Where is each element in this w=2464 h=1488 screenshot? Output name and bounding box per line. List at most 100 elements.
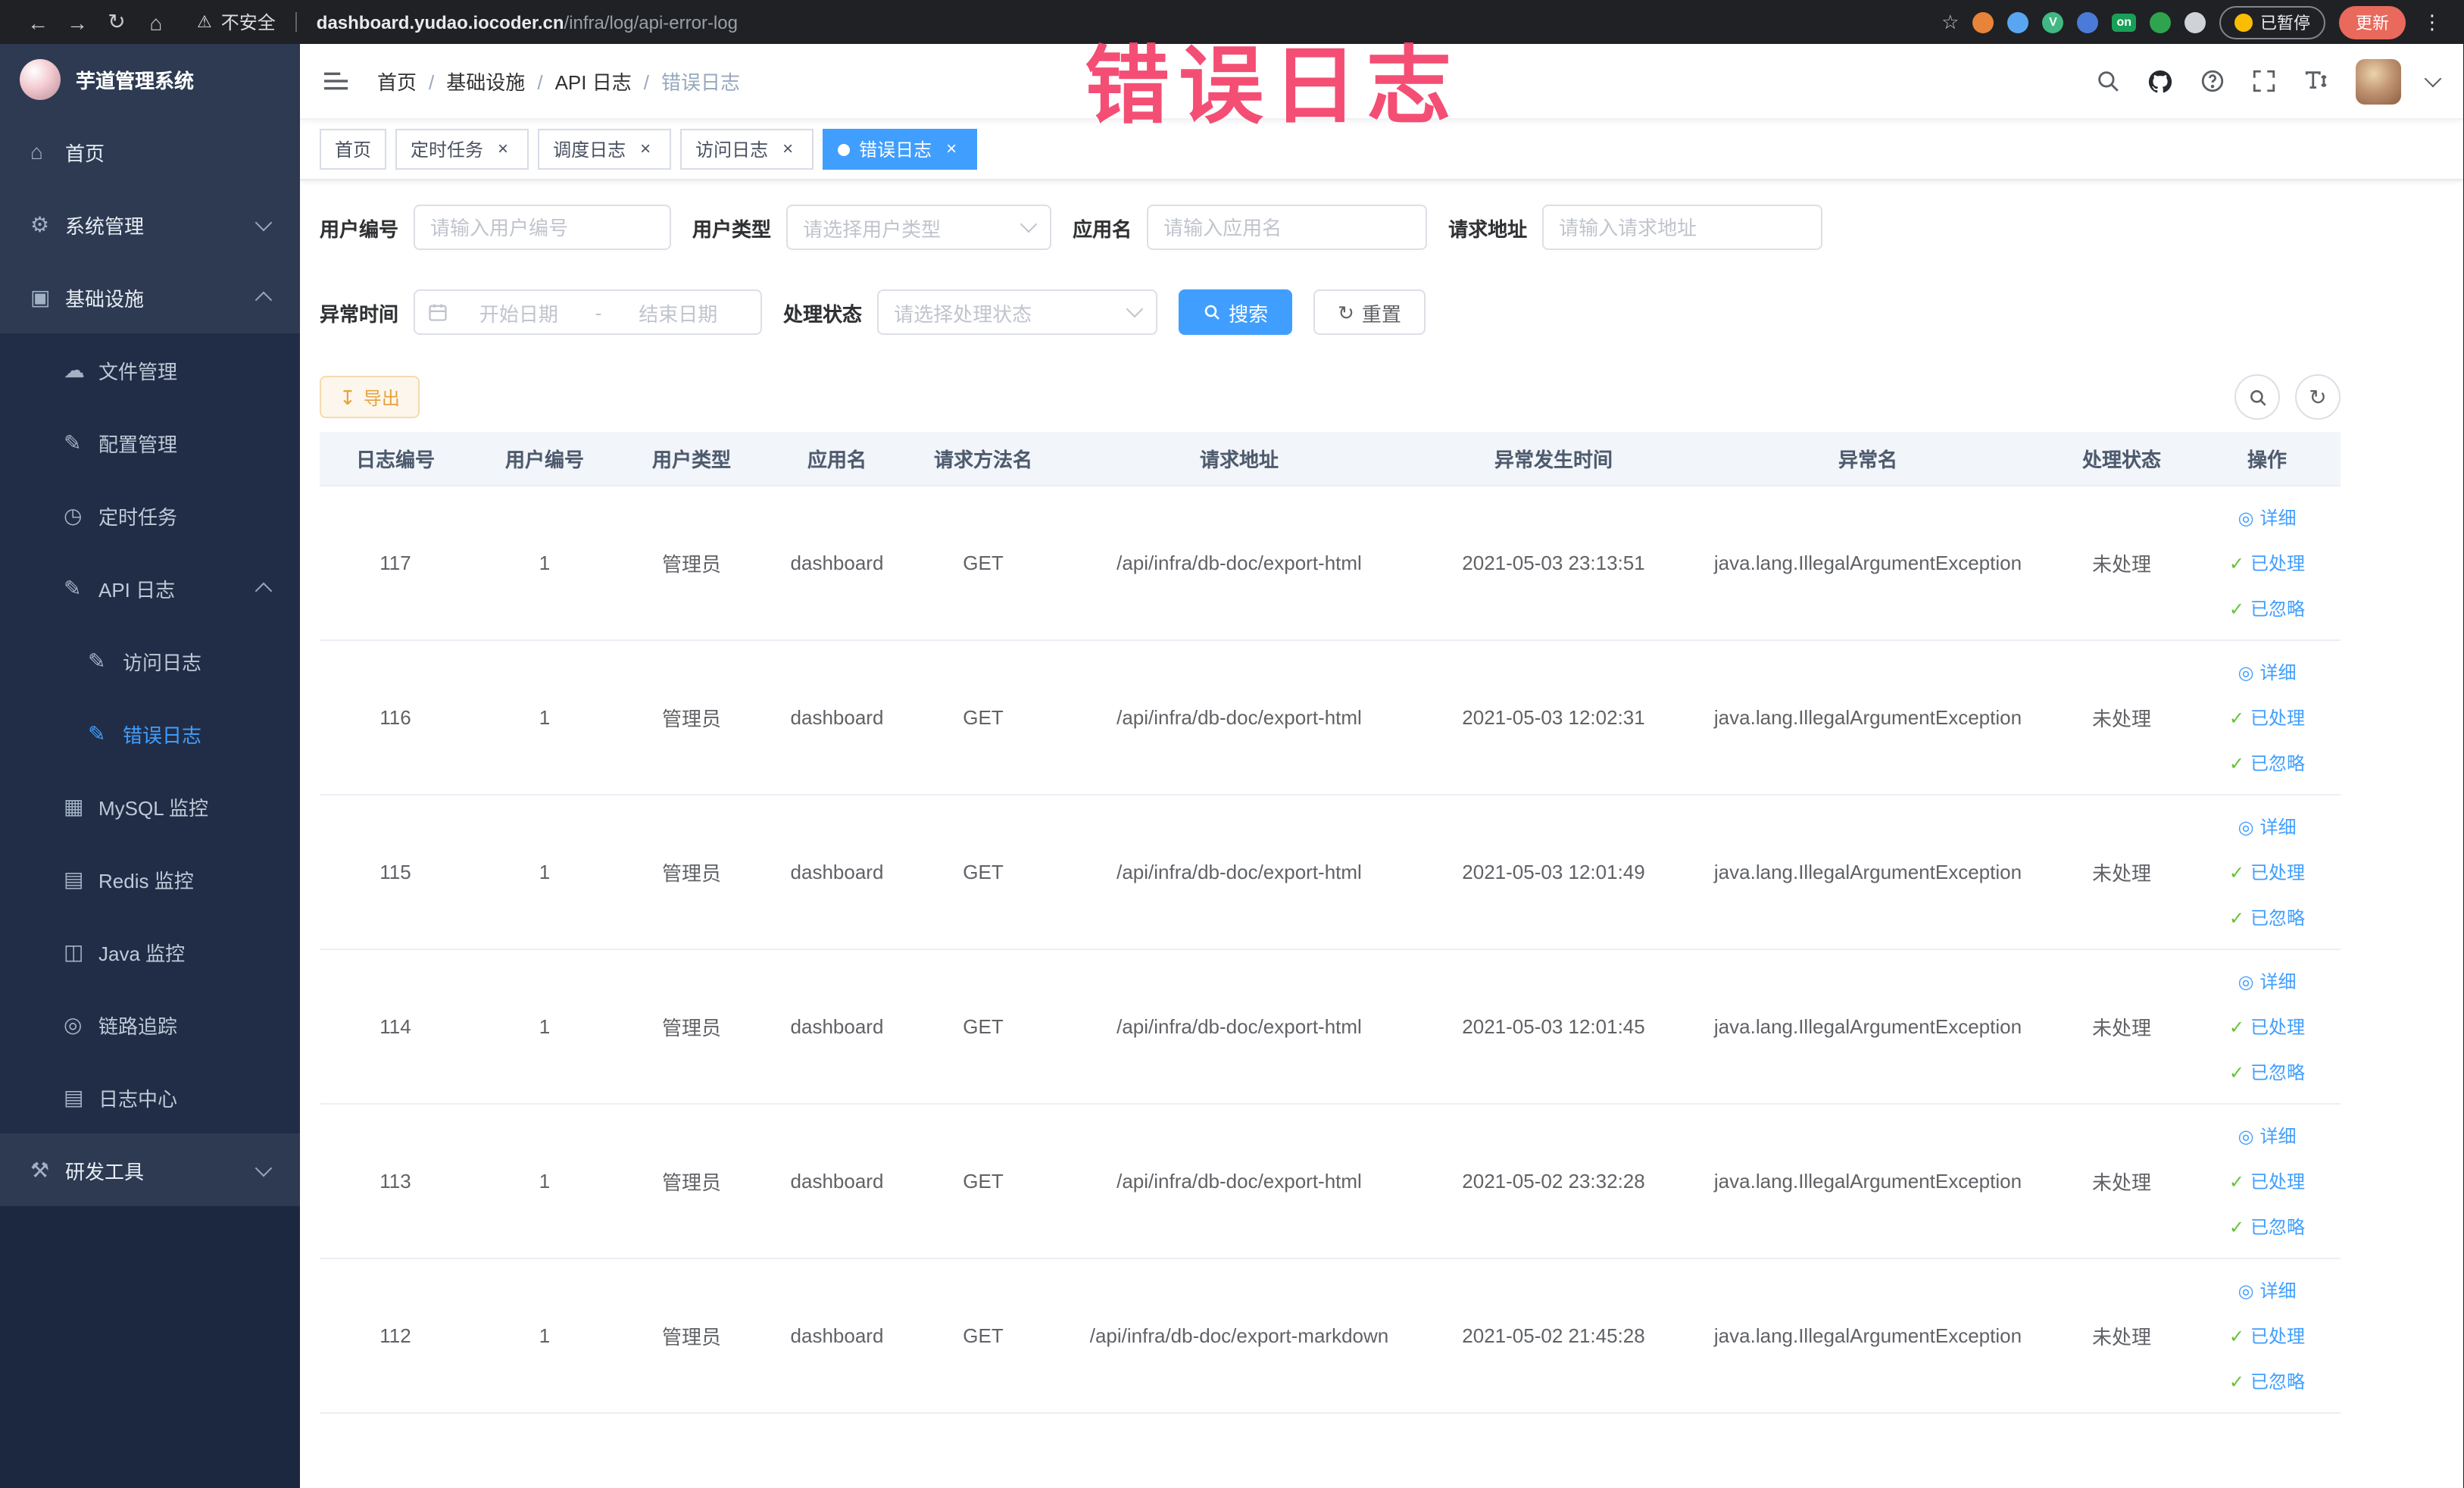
tools-icon: ⚒ (30, 1157, 50, 1181)
user-type-select[interactable]: 请选择用户类型 (786, 205, 1052, 250)
sidebar-item-access-log[interactable]: ✎ 访问日志 (0, 624, 300, 697)
sidebar-item-link-tracing[interactable]: ◎ 链路追踪 (0, 988, 300, 1061)
tab-scheduled-tasks[interactable]: 定时任务 × (395, 129, 529, 170)
vue-devtools-extension-icon[interactable]: V (2042, 11, 2064, 33)
tab-home[interactable]: 首页 (320, 129, 387, 170)
close-icon[interactable]: × (492, 138, 514, 160)
sidebar-logo[interactable]: 芋道管理系统 (0, 44, 300, 115)
detail-action-link[interactable]: ◎ 详细 (2238, 505, 2297, 530)
user-type-cell: 管理员 (618, 1258, 765, 1414)
filter-app-name: 应用名 (1073, 205, 1428, 250)
app-name-input[interactable] (1147, 205, 1428, 250)
sidebar-item-redis-monitor[interactable]: ▤ Redis 监控 (0, 842, 300, 915)
url-host: dashboard.yudao.iocoder.cn (316, 11, 564, 33)
toggle-search-button[interactable] (2234, 374, 2280, 420)
processed-action-link[interactable]: ✓ 已处理 (2229, 550, 2305, 576)
sidebar-item-api-log[interactable]: ✎ API 日志 (0, 552, 300, 624)
exception-time-range-picker[interactable]: 开始日期 - 结束日期 (414, 289, 763, 335)
time-cell: 2021-05-03 12:02:31 (1421, 640, 1686, 796)
blue-drop-extension-icon[interactable] (2007, 11, 2029, 33)
ignored-action-link[interactable]: ✓ 已忽略 (2229, 905, 2305, 930)
sidebar-item-config-management[interactable]: ✎ 配置管理 (0, 406, 300, 479)
url-path: /infra/log/api-error-log (564, 11, 738, 33)
fullscreen-icon[interactable] (2251, 68, 2277, 94)
blue-grid-extension-icon[interactable] (2077, 11, 2099, 33)
detail-action-link[interactable]: ◎ 详细 (2238, 968, 2297, 994)
close-icon[interactable]: × (941, 138, 962, 160)
sidebar-item-label: 配置管理 (98, 433, 178, 455)
address-bar[interactable]: ⚠ 不安全 dashboard.yudao.iocoder.cn/infra/l… (197, 9, 738, 35)
leaf-extension-icon[interactable] (2150, 11, 2171, 33)
browser-reload-icon[interactable]: ↻ (97, 9, 136, 35)
browser-menu-icon[interactable]: ⋮ (2419, 10, 2445, 34)
detail-action-link[interactable]: ◎ 详细 (2238, 1123, 2297, 1149)
sidebar-item-system-management[interactable]: ⚙ 系统管理 (0, 188, 300, 261)
sidebar-item-log-center[interactable]: ▤ 日志中心 (0, 1061, 300, 1133)
switch-on-extension-badge[interactable]: on (2112, 13, 2136, 31)
column-header: 请求方法名 (909, 432, 1057, 486)
log-id-cell: 113 (320, 1104, 471, 1259)
bookmark-star-icon[interactable]: ☆ (1941, 10, 1959, 34)
sidebar: 芋道管理系统 ⌂ 首页 ⚙ 系统管理 ▣ 基础设施 ☁ 文件管理 ✎ 配置管理 ◷ 定时任务 ✎ API… (0, 44, 300, 1488)
refresh-table-button[interactable]: ↻ (2295, 374, 2341, 420)
profile-paused-pill[interactable]: 已暂停 (2219, 5, 2325, 39)
sidebar-item-scheduled-tasks[interactable]: ◷ 定时任务 (0, 479, 300, 552)
user-id-input[interactable] (414, 205, 672, 250)
tab-schedule-log[interactable]: 调度日志 × (538, 129, 672, 170)
detail-action-link[interactable]: ◎ 详细 (2238, 814, 2297, 839)
grid-icon: ▦ (64, 793, 84, 817)
hamburger-icon[interactable] (324, 68, 350, 94)
ignored-action-link[interactable]: ✓ 已忽略 (2229, 1214, 2305, 1239)
detail-action-link[interactable]: ◎ 详细 (2238, 659, 2297, 685)
chevron-down-icon[interactable] (2424, 69, 2442, 87)
sidebar-item-file-management[interactable]: ☁ 文件管理 (0, 333, 300, 406)
browser-back-icon[interactable]: ← (18, 10, 58, 34)
user-avatar[interactable] (2356, 58, 2401, 104)
browser-forward-icon[interactable]: → (58, 10, 97, 34)
processed-action-link[interactable]: ✓ 已处理 (2229, 1014, 2305, 1039)
search-button[interactable]: 搜索 (1179, 289, 1293, 335)
close-icon[interactable]: × (635, 138, 656, 160)
process-status-select[interactable]: 请选择处理状态 (877, 289, 1158, 335)
breadcrumb-home[interactable]: 首页 (377, 67, 446, 95)
processed-action-link[interactable]: ✓ 已处理 (2229, 859, 2305, 885)
user-id-cell: 1 (471, 1258, 618, 1414)
github-icon[interactable] (2147, 67, 2174, 95)
orange-extension-icon[interactable] (1972, 11, 1994, 33)
help-icon[interactable] (2200, 68, 2225, 94)
tab-access-log[interactable]: 访问日志 × (680, 129, 814, 170)
reset-button[interactable]: ↻ 重置 (1313, 289, 1426, 335)
processed-action-link[interactable]: ✓ 已处理 (2229, 1323, 2305, 1349)
app-name-cell: dashboard (765, 795, 909, 950)
font-size-icon[interactable] (2303, 68, 2330, 94)
breadcrumb-api-log[interactable]: API 日志 (555, 67, 661, 95)
check-icon: ✓ (2228, 707, 2245, 728)
export-button[interactable]: ↧ 导出 (320, 376, 420, 418)
processed-action-link[interactable]: ✓ 已处理 (2229, 705, 2305, 730)
sidebar-item-error-log[interactable]: ✎ 错误日志 (0, 697, 300, 770)
sidebar-item-infrastructure[interactable]: ▣ 基础设施 (0, 261, 300, 333)
eye-icon: ◎ (2238, 1280, 2254, 1301)
search-icon[interactable] (2095, 68, 2121, 94)
paw-extension-icon[interactable] (2184, 11, 2206, 33)
sidebar-item-java-monitor[interactable]: ◫ Java 监控 (0, 915, 300, 988)
breadcrumb: 首页 基础设施 API 日志 错误日志 (377, 67, 740, 95)
breadcrumb-infrastructure[interactable]: 基础设施 (446, 67, 554, 95)
ignored-action-link[interactable]: ✓ 已忽略 (2229, 1059, 2305, 1085)
check-icon: ✓ (2228, 1016, 2245, 1037)
detail-action-link[interactable]: ◎ 详细 (2238, 1277, 2297, 1303)
processed-action-link[interactable]: ✓ 已处理 (2229, 1168, 2305, 1194)
browser-home-icon[interactable]: ⌂ (136, 10, 176, 34)
close-icon[interactable]: × (777, 138, 798, 160)
browser-update-button[interactable]: 更新 (2339, 5, 2406, 39)
ignored-action-link[interactable]: ✓ 已忽略 (2229, 1368, 2305, 1394)
sidebar-item-mysql-monitor[interactable]: ▦ MySQL 监控 (0, 770, 300, 842)
request-url-input[interactable] (1542, 205, 1823, 250)
tab-error-log[interactable]: 错误日志 × (823, 129, 978, 170)
ignored-action-link[interactable]: ✓ 已忽略 (2229, 596, 2305, 621)
sidebar-item-home[interactable]: ⌂ 首页 (0, 115, 300, 188)
row-actions: ◎ 详细 ✓ 已处理 ✓ 已忽略 (2203, 1277, 2331, 1394)
status-cell: 未处理 (2050, 795, 2194, 950)
ignored-action-link[interactable]: ✓ 已忽略 (2229, 750, 2305, 776)
sidebar-item-dev-tools[interactable]: ⚒ 研发工具 (0, 1133, 300, 1206)
